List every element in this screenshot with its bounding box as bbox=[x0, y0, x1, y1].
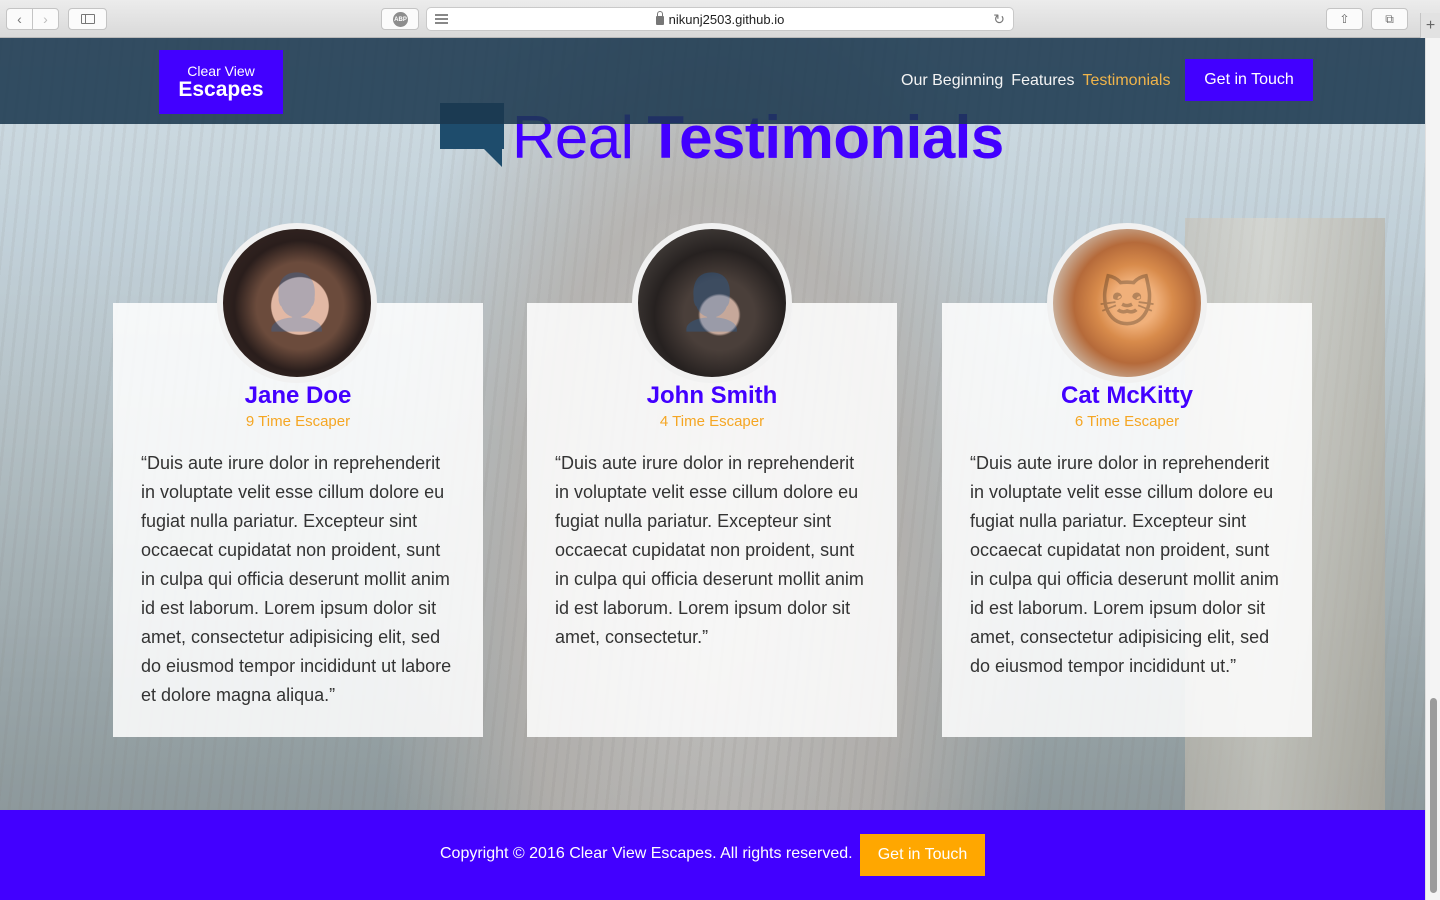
testimonial-quote: “Duis aute irure dolor in reprehenderit … bbox=[555, 453, 864, 647]
adblock-icon: ABP bbox=[393, 12, 408, 27]
tabs-icon: ⧉ bbox=[1385, 11, 1394, 26]
adblock-extension-button[interactable]: ABP bbox=[381, 8, 419, 30]
url-text: nikunj2503.github.io bbox=[668, 11, 785, 27]
browser-toolbar: ‹ › ABP nikunj2503.github.io ↻ ⇧ ⧉ + bbox=[0, 0, 1440, 38]
address-bar[interactable]: nikunj2503.github.io ↻ bbox=[426, 7, 1014, 31]
testimonial-name: Cat McKitty bbox=[1060, 382, 1193, 409]
testimonial-subtitle: 9 Time Escaper bbox=[245, 413, 351, 430]
testimonial-subtitle: 6 Time Escaper bbox=[1074, 413, 1180, 430]
site-logo[interactable]: Clear View Escapes bbox=[159, 50, 283, 114]
nav-link-testimonials[interactable]: Testimonials bbox=[1082, 72, 1170, 90]
nav-link-our-beginning[interactable]: Our Beginning bbox=[901, 72, 1003, 90]
reload-icon[interactable]: ↻ bbox=[993, 11, 1005, 28]
cat-icon: 🐱 bbox=[1098, 273, 1156, 334]
share-button[interactable]: ⇧ bbox=[1326, 8, 1363, 30]
copyright-text: Copyright © 2016 Clear View Escapes. All… bbox=[440, 845, 853, 862]
footer-get-in-touch-button[interactable]: Get in Touch bbox=[860, 834, 985, 876]
sidebar-toggle-button[interactable] bbox=[68, 8, 107, 30]
nav-link-features[interactable]: Features bbox=[1011, 72, 1074, 90]
testimonial-subtitle: 4 Time Escaper bbox=[659, 413, 765, 430]
page-scrollbar[interactable] bbox=[1425, 38, 1440, 900]
reader-view-icon[interactable] bbox=[435, 14, 448, 24]
logo-line-2: Escapes bbox=[178, 77, 264, 101]
new-tab-button[interactable]: + bbox=[1420, 13, 1440, 38]
forward-button[interactable]: › bbox=[32, 9, 58, 29]
site-footer: Copyright © 2016 Clear View Escapes. All… bbox=[0, 810, 1425, 900]
history-buttons: ‹ › bbox=[6, 8, 59, 30]
testimonial-quote: “Duis aute irure dolor in reprehenderit … bbox=[141, 453, 452, 705]
get-in-touch-button[interactable]: Get in Touch bbox=[1185, 59, 1313, 101]
page-viewport: Real Testimonials Jane Doe 9 Time Escaper… bbox=[0, 38, 1425, 900]
testimonial-name: Jane Doe bbox=[244, 382, 352, 409]
avatar-cat-mckitty: 🐱 bbox=[1047, 223, 1207, 383]
show-tabs-button[interactable]: ⧉ bbox=[1371, 8, 1408, 30]
lock-icon bbox=[655, 10, 664, 25]
scrollbar-thumb[interactable] bbox=[1430, 698, 1437, 893]
person-icon: 👤 bbox=[263, 272, 331, 333]
back-button[interactable]: ‹ bbox=[7, 9, 32, 29]
share-icon: ⇧ bbox=[1339, 12, 1350, 26]
testimonial-quote: “Duis aute irure dolor in reprehenderit … bbox=[970, 453, 1279, 676]
avatar-jane-doe: 👤 bbox=[217, 223, 377, 383]
testimonial-name: John Smith bbox=[646, 382, 778, 409]
plus-icon: + bbox=[1425, 16, 1436, 34]
person-icon: 👤 bbox=[678, 272, 746, 333]
avatar-john-smith: 👤 bbox=[632, 223, 792, 383]
site-header: Clear View Escapes Our Beginning Feature… bbox=[0, 38, 1425, 124]
sidebar-icon bbox=[80, 14, 95, 24]
primary-nav: Our Beginning Features Testimonials bbox=[901, 72, 1170, 90]
logo-line-1: Clear View bbox=[187, 62, 255, 79]
